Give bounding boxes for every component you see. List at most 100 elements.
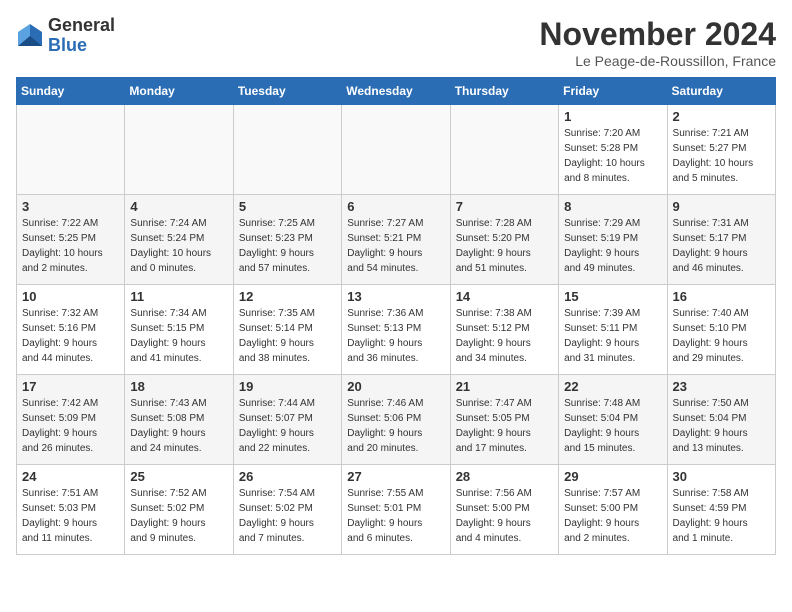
weekday-header: Sunday	[17, 78, 125, 105]
day-info: Sunrise: 7:34 AM Sunset: 5:15 PM Dayligh…	[130, 306, 227, 366]
day-number: 9	[673, 199, 770, 214]
day-info: Sunrise: 7:35 AM Sunset: 5:14 PM Dayligh…	[239, 306, 336, 366]
logo-text: General Blue	[48, 16, 115, 56]
header-row: SundayMondayTuesdayWednesdayThursdayFrid…	[17, 78, 776, 105]
day-info: Sunrise: 7:38 AM Sunset: 5:12 PM Dayligh…	[456, 306, 553, 366]
day-info: Sunrise: 7:31 AM Sunset: 5:17 PM Dayligh…	[673, 216, 770, 276]
day-info: Sunrise: 7:55 AM Sunset: 5:01 PM Dayligh…	[347, 486, 444, 546]
calendar-week-row: 3Sunrise: 7:22 AM Sunset: 5:25 PM Daylig…	[17, 195, 776, 285]
day-info: Sunrise: 7:48 AM Sunset: 5:04 PM Dayligh…	[564, 396, 661, 456]
calendar-cell: 9 Sunrise: 7:31 AM Sunset: 5:17 PM Daylig…	[667, 195, 775, 285]
calendar-cell	[125, 105, 233, 195]
calendar-cell: 11 Sunrise: 7:34 AM Sunset: 5:15 PM Dayli…	[125, 285, 233, 375]
logo-icon	[16, 22, 44, 50]
day-info: Sunrise: 7:39 AM Sunset: 5:11 PM Dayligh…	[564, 306, 661, 366]
calendar-cell: 15 Sunrise: 7:39 AM Sunset: 5:11 PM Dayli…	[559, 285, 667, 375]
day-number: 4	[130, 199, 227, 214]
day-info: Sunrise: 7:20 AM Sunset: 5:28 PM Dayligh…	[564, 126, 661, 186]
calendar-body: 1 Sunrise: 7:20 AM Sunset: 5:28 PM Daylig…	[17, 105, 776, 555]
day-info: Sunrise: 7:44 AM Sunset: 5:07 PM Dayligh…	[239, 396, 336, 456]
calendar-cell: 16 Sunrise: 7:40 AM Sunset: 5:10 PM Dayli…	[667, 285, 775, 375]
calendar-cell	[450, 105, 558, 195]
calendar-cell: 3Sunrise: 7:22 AM Sunset: 5:25 PM Daylig…	[17, 195, 125, 285]
calendar-cell: 1 Sunrise: 7:20 AM Sunset: 5:28 PM Daylig…	[559, 105, 667, 195]
calendar-cell	[233, 105, 341, 195]
day-number: 13	[347, 289, 444, 304]
calendar-cell: 12 Sunrise: 7:35 AM Sunset: 5:14 PM Dayli…	[233, 285, 341, 375]
calendar-cell: 27 Sunrise: 7:55 AM Sunset: 5:01 PM Dayli…	[342, 465, 450, 555]
day-number: 11	[130, 289, 227, 304]
calendar-header: SundayMondayTuesdayWednesdayThursdayFrid…	[17, 78, 776, 105]
calendar-cell: 18 Sunrise: 7:43 AM Sunset: 5:08 PM Dayli…	[125, 375, 233, 465]
weekday-header: Saturday	[667, 78, 775, 105]
day-info: Sunrise: 7:58 AM Sunset: 4:59 PM Dayligh…	[673, 486, 770, 546]
calendar-cell: 2 Sunrise: 7:21 AM Sunset: 5:27 PM Daylig…	[667, 105, 775, 195]
calendar-cell: 25Sunrise: 7:52 AM Sunset: 5:02 PM Dayli…	[125, 465, 233, 555]
calendar-cell: 5 Sunrise: 7:25 AM Sunset: 5:23 PM Daylig…	[233, 195, 341, 285]
day-number: 27	[347, 469, 444, 484]
weekday-header: Friday	[559, 78, 667, 105]
calendar-cell: 21Sunrise: 7:47 AM Sunset: 5:05 PM Dayli…	[450, 375, 558, 465]
day-info: Sunrise: 7:29 AM Sunset: 5:19 PM Dayligh…	[564, 216, 661, 276]
page-header: General Blue November 2024 Le Peage-de-R…	[16, 16, 776, 69]
day-number: 23	[673, 379, 770, 394]
day-number: 22	[564, 379, 661, 394]
calendar-table: SundayMondayTuesdayWednesdayThursdayFrid…	[16, 77, 776, 555]
day-number: 2	[673, 109, 770, 124]
day-info: Sunrise: 7:24 AM Sunset: 5:24 PM Dayligh…	[130, 216, 227, 276]
day-number: 20	[347, 379, 444, 394]
day-info: Sunrise: 7:22 AM Sunset: 5:25 PM Dayligh…	[22, 216, 119, 276]
day-number: 26	[239, 469, 336, 484]
weekday-header: Wednesday	[342, 78, 450, 105]
day-number: 16	[673, 289, 770, 304]
calendar-cell: 28Sunrise: 7:56 AM Sunset: 5:00 PM Dayli…	[450, 465, 558, 555]
weekday-header: Tuesday	[233, 78, 341, 105]
logo: General Blue	[16, 16, 115, 56]
calendar-cell: 20 Sunrise: 7:46 AM Sunset: 5:06 PM Dayli…	[342, 375, 450, 465]
calendar-cell: 10Sunrise: 7:32 AM Sunset: 5:16 PM Dayli…	[17, 285, 125, 375]
day-number: 29	[564, 469, 661, 484]
month-title: November 2024	[539, 16, 776, 53]
calendar-cell	[342, 105, 450, 195]
calendar-cell: 7Sunrise: 7:28 AM Sunset: 5:20 PM Daylig…	[450, 195, 558, 285]
day-number: 7	[456, 199, 553, 214]
calendar-week-row: 17Sunrise: 7:42 AM Sunset: 5:09 PM Dayli…	[17, 375, 776, 465]
day-info: Sunrise: 7:43 AM Sunset: 5:08 PM Dayligh…	[130, 396, 227, 456]
day-number: 1	[564, 109, 661, 124]
day-info: Sunrise: 7:40 AM Sunset: 5:10 PM Dayligh…	[673, 306, 770, 366]
calendar-cell: 22 Sunrise: 7:48 AM Sunset: 5:04 PM Dayli…	[559, 375, 667, 465]
calendar-cell: 8Sunrise: 7:29 AM Sunset: 5:19 PM Daylig…	[559, 195, 667, 285]
title-block: November 2024 Le Peage-de-Roussillon, Fr…	[539, 16, 776, 69]
day-number: 18	[130, 379, 227, 394]
location: Le Peage-de-Roussillon, France	[539, 53, 776, 69]
day-info: Sunrise: 7:46 AM Sunset: 5:06 PM Dayligh…	[347, 396, 444, 456]
day-number: 10	[22, 289, 119, 304]
day-info: Sunrise: 7:57 AM Sunset: 5:00 PM Dayligh…	[564, 486, 661, 546]
calendar-cell: 30Sunrise: 7:58 AM Sunset: 4:59 PM Dayli…	[667, 465, 775, 555]
day-number: 5	[239, 199, 336, 214]
day-number: 19	[239, 379, 336, 394]
weekday-header: Monday	[125, 78, 233, 105]
day-number: 14	[456, 289, 553, 304]
weekday-header: Thursday	[450, 78, 558, 105]
calendar-cell: 6Sunrise: 7:27 AM Sunset: 5:21 PM Daylig…	[342, 195, 450, 285]
day-info: Sunrise: 7:21 AM Sunset: 5:27 PM Dayligh…	[673, 126, 770, 186]
day-info: Sunrise: 7:50 AM Sunset: 5:04 PM Dayligh…	[673, 396, 770, 456]
day-number: 12	[239, 289, 336, 304]
day-info: Sunrise: 7:36 AM Sunset: 5:13 PM Dayligh…	[347, 306, 444, 366]
calendar-week-row: 10Sunrise: 7:32 AM Sunset: 5:16 PM Dayli…	[17, 285, 776, 375]
calendar-cell: 24Sunrise: 7:51 AM Sunset: 5:03 PM Dayli…	[17, 465, 125, 555]
day-info: Sunrise: 7:52 AM Sunset: 5:02 PM Dayligh…	[130, 486, 227, 546]
calendar-cell: 4 Sunrise: 7:24 AM Sunset: 5:24 PM Daylig…	[125, 195, 233, 285]
calendar-cell	[17, 105, 125, 195]
day-number: 6	[347, 199, 444, 214]
calendar-cell: 29 Sunrise: 7:57 AM Sunset: 5:00 PM Dayli…	[559, 465, 667, 555]
day-info: Sunrise: 7:56 AM Sunset: 5:00 PM Dayligh…	[456, 486, 553, 546]
day-number: 15	[564, 289, 661, 304]
calendar-cell: 14 Sunrise: 7:38 AM Sunset: 5:12 PM Dayli…	[450, 285, 558, 375]
day-info: Sunrise: 7:47 AM Sunset: 5:05 PM Dayligh…	[456, 396, 553, 456]
calendar-week-row: 1 Sunrise: 7:20 AM Sunset: 5:28 PM Daylig…	[17, 105, 776, 195]
calendar-cell: 13 Sunrise: 7:36 AM Sunset: 5:13 PM Dayli…	[342, 285, 450, 375]
day-info: Sunrise: 7:25 AM Sunset: 5:23 PM Dayligh…	[239, 216, 336, 276]
calendar-cell: 17Sunrise: 7:42 AM Sunset: 5:09 PM Dayli…	[17, 375, 125, 465]
